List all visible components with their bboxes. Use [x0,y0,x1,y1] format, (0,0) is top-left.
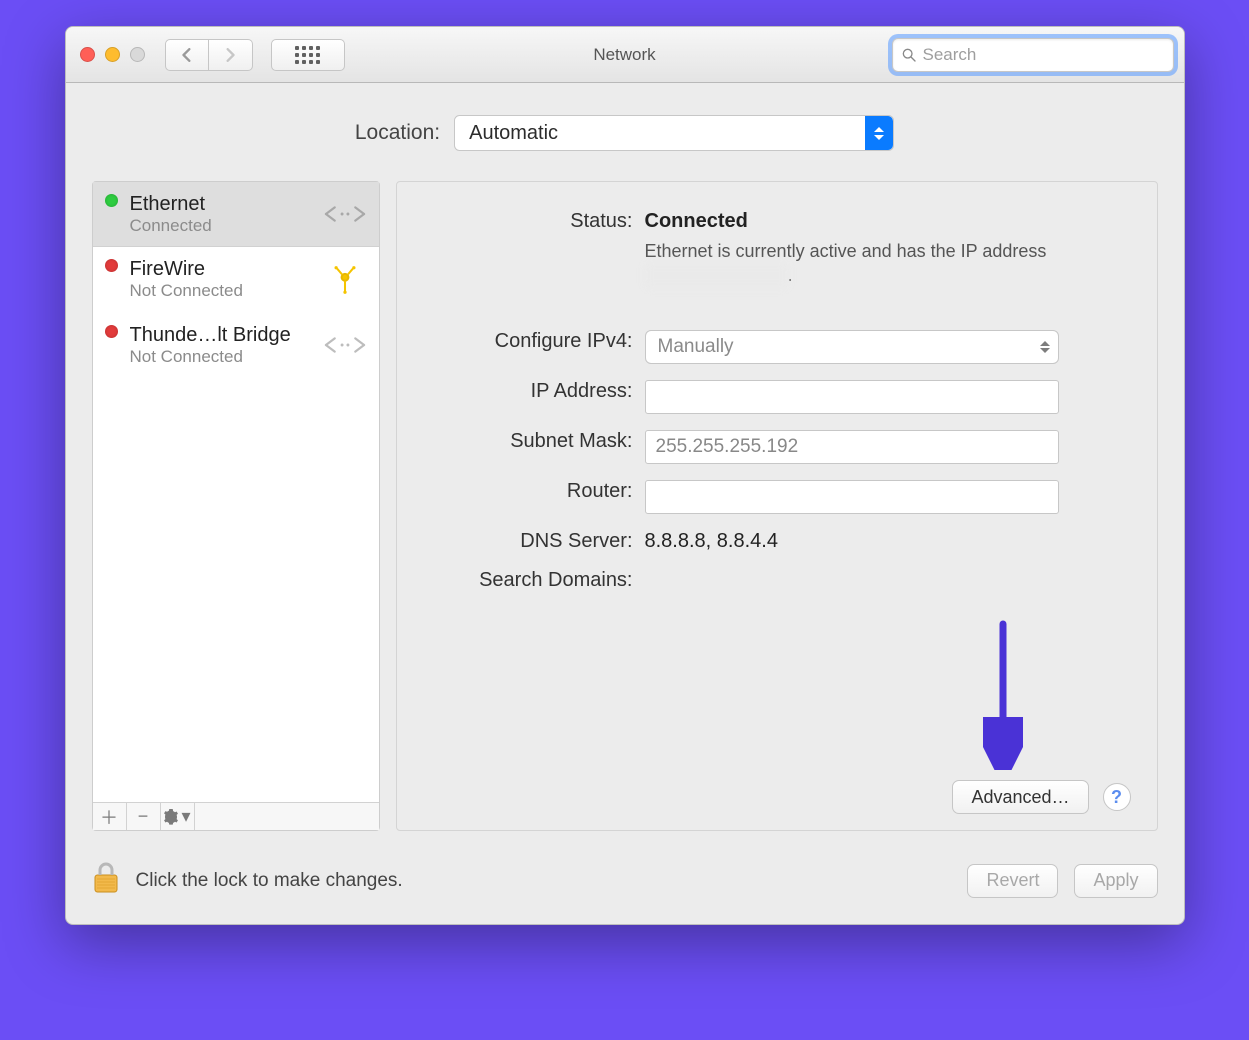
subnet-mask-input[interactable] [645,430,1059,464]
configure-ipv4-value: Manually [658,336,734,358]
service-state: Connected [130,216,311,236]
search-icon [901,47,917,63]
status-description: Ethernet is currently active and has the… [645,239,1131,288]
search-field[interactable] [892,38,1174,72]
configure-ipv4-label: Configure IPv4: [423,330,645,353]
service-item-firewire[interactable]: FireWire Not Connected [93,247,379,312]
location-row: Location: Automatic [92,115,1158,151]
services-sidebar: Ethernet Connected FireWire Not Connecte… [92,181,380,831]
dns-server-value: 8.8.8.8, 8.8.4.4 [645,530,1131,553]
configure-ipv4-popup[interactable]: Manually [645,330,1059,364]
ip-address-label: IP Address: [423,380,645,403]
service-item-ethernet[interactable]: Ethernet Connected [93,182,379,247]
service-item-thunderbolt-bridge[interactable]: Thunde…lt Bridge Not Connected [93,313,379,378]
footer: Click the lock to make changes. Revert A… [66,847,1184,924]
service-name: FireWire [130,257,311,281]
nav-buttons [165,39,253,71]
service-name: Ethernet [130,192,311,216]
ip-address-input[interactable] [645,380,1059,414]
status-indicator-icon [105,325,118,338]
action-menu-button[interactable]: ▾ [161,803,195,830]
apply-button[interactable]: Apply [1074,864,1157,898]
status-indicator-icon [105,194,118,207]
close-window-button[interactable] [80,47,95,62]
lock-icon[interactable] [92,861,120,900]
search-domains-label: Search Domains: [423,569,645,592]
lock-hint-text: Click the lock to make changes. [136,870,403,892]
services-list[interactable]: Ethernet Connected FireWire Not Connecte… [93,182,379,802]
location-value: Automatic [469,122,558,145]
sidebar-footer: ＋ − ▾ [93,802,379,830]
detail-panel: Status: Connected Ethernet is currently … [396,181,1158,831]
location-label: Location: [355,121,440,145]
add-service-button[interactable]: ＋ [93,803,127,830]
router-input[interactable] [645,480,1059,514]
subnet-mask-label: Subnet Mask: [423,430,645,453]
router-label: Router: [423,480,645,503]
zoom-window-button [130,47,145,62]
show-all-button[interactable] [271,39,345,71]
service-name: Thunde…lt Bridge [130,323,311,347]
back-button[interactable] [165,39,209,71]
chevron-up-down-icon [1040,341,1050,353]
dns-server-label: DNS Server: [423,530,645,553]
content-area: Location: Automatic Ethernet Connected [66,83,1184,847]
search-input[interactable] [923,45,1165,65]
minimize-window-button[interactable] [105,47,120,62]
window-controls [80,47,145,62]
status-value: Connected [645,210,748,232]
status-indicator-icon [105,259,118,272]
firewire-icon [323,262,367,298]
help-button[interactable]: ? [1103,783,1131,811]
popup-stepper-icon [865,116,893,150]
network-preferences-window: Network Location: Automatic [65,26,1185,925]
grid-icon [295,46,320,64]
advanced-button[interactable]: Advanced… [952,780,1088,814]
service-state: Not Connected [130,347,311,367]
ethernet-icon [323,196,367,232]
revert-button[interactable]: Revert [967,864,1058,898]
service-state: Not Connected [130,281,311,301]
location-popup[interactable]: Automatic [454,115,894,151]
remove-service-button[interactable]: − [127,803,161,830]
annotation-arrow-icon [983,620,1023,775]
titlebar: Network [66,27,1184,83]
status-label: Status: [423,210,645,233]
ethernet-icon [323,327,367,363]
forward-button[interactable] [209,39,253,71]
